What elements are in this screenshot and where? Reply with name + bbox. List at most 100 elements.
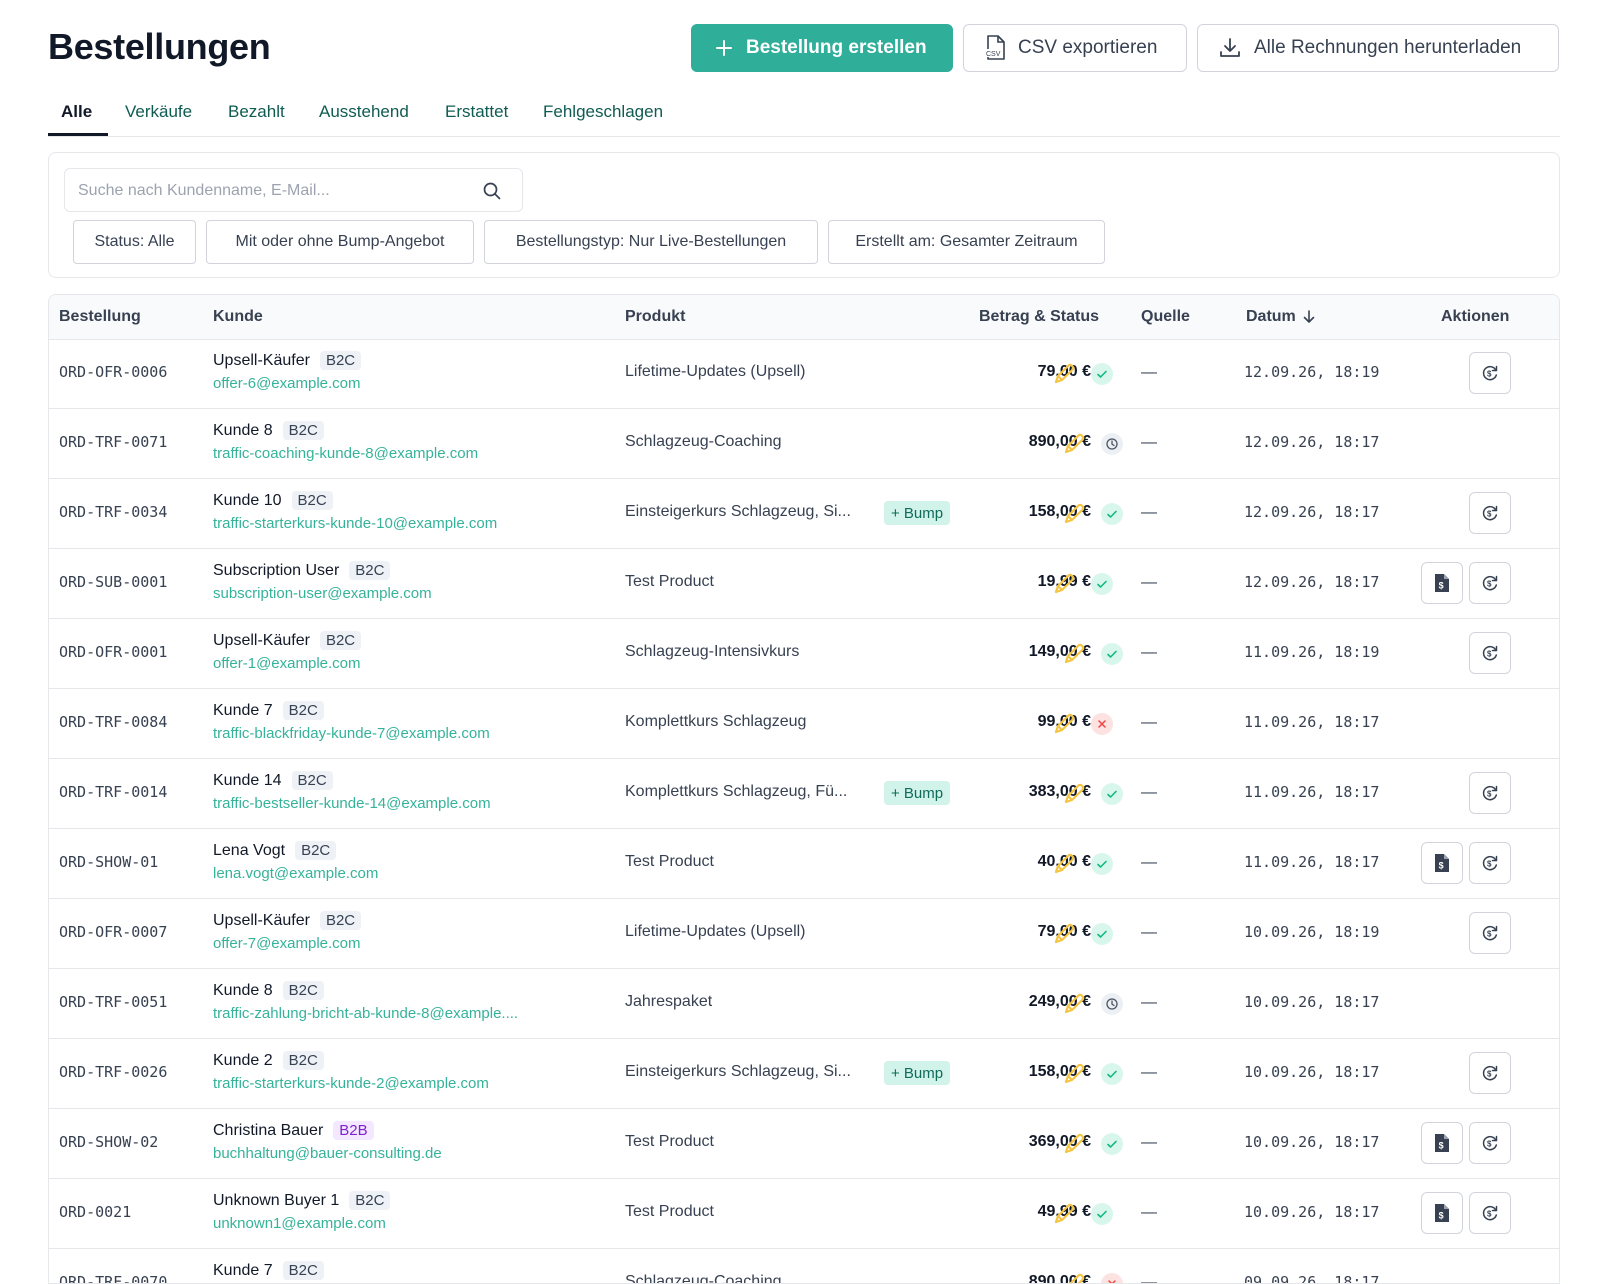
order-id[interactable]: ORD-TRF-0051 bbox=[59, 993, 167, 1011]
pencil-edit-icon[interactable] bbox=[1051, 1201, 1077, 1232]
order-id[interactable]: ORD-OFR-0001 bbox=[59, 643, 167, 661]
table-row[interactable]: ORD-TRF-0026 Kunde 2 B2C traffic-starterkur… bbox=[49, 1039, 1559, 1109]
refund-icon: $ bbox=[1480, 643, 1500, 663]
table-row[interactable]: ORD-TRF-0014 Kunde 14 B2C traffic-bestselle… bbox=[49, 759, 1559, 829]
order-id[interactable]: ORD-SUB-0001 bbox=[59, 573, 167, 591]
product-name: Einsteigerkurs Schlagzeug, Si... bbox=[625, 1063, 851, 1080]
tab-erstattet[interactable]: Erstattet bbox=[445, 102, 508, 122]
customer-name-line: Kunde 8 B2C bbox=[213, 421, 324, 440]
pencil-edit-icon[interactable] bbox=[1061, 501, 1087, 532]
filter-created-date[interactable]: Erstellt am: Gesamter Zeitraum bbox=[828, 220, 1105, 264]
table-row[interactable]: ORD-TRF-0084 Kunde 7 B2C traffic-blackfrida… bbox=[49, 689, 1559, 759]
pencil-edit-icon[interactable] bbox=[1051, 851, 1077, 882]
order-id[interactable]: ORD-TRF-0070 bbox=[59, 1273, 167, 1283]
customer-email-link[interactable]: offer-7@example.com bbox=[213, 935, 361, 952]
refund-button[interactable]: $ bbox=[1469, 1052, 1511, 1094]
tab-ausstehend[interactable]: Ausstehend bbox=[319, 102, 409, 122]
pencil-edit-icon[interactable] bbox=[1051, 921, 1077, 952]
customer-email-link[interactable]: offer-6@example.com bbox=[213, 375, 361, 392]
order-id[interactable]: ORD-OFR-0007 bbox=[59, 923, 167, 941]
customer-name: Subscription User bbox=[213, 561, 340, 579]
pencil-edit-icon[interactable] bbox=[1061, 641, 1087, 672]
order-id[interactable]: ORD-SHOW-02 bbox=[59, 1133, 158, 1151]
refund-icon: $ bbox=[1480, 363, 1500, 383]
product-name: Komplettkurs Schlagzeug bbox=[625, 713, 807, 730]
customer-email-link[interactable]: offer-1@example.com bbox=[213, 655, 361, 672]
table-row[interactable]: ORD-OFR-0007 Upsell-Käufer B2C offer-7@exam… bbox=[49, 899, 1559, 969]
table-row[interactable]: ORD-0021 Unknown Buyer 1 B2C unknown1@examp… bbox=[49, 1179, 1559, 1249]
tab-alle[interactable]: Alle bbox=[61, 102, 92, 122]
refund-button[interactable]: $ bbox=[1469, 352, 1511, 394]
invoice-button[interactable]: $ bbox=[1421, 1192, 1463, 1234]
order-id[interactable]: ORD-TRF-0071 bbox=[59, 433, 167, 451]
table-row[interactable]: ORD-TRF-0071 Kunde 8 B2C traffic-coaching-k… bbox=[49, 409, 1559, 479]
pencil-edit-icon[interactable] bbox=[1061, 1061, 1087, 1092]
refund-button[interactable]: $ bbox=[1469, 912, 1511, 954]
order-id[interactable]: ORD-TRF-0034 bbox=[59, 503, 167, 521]
invoice-button[interactable]: $ bbox=[1421, 842, 1463, 884]
table-row[interactable]: ORD-SHOW-01 Lena Vogt B2C lena.vogt@example… bbox=[49, 829, 1559, 899]
customer-email-link[interactable]: traffic-blackfriday-kunde-7@example.com bbox=[213, 725, 490, 742]
customer-email-link[interactable]: traffic-starterkurs-kunde-2@example.com bbox=[213, 1075, 489, 1092]
invoice-button[interactable]: $ bbox=[1421, 562, 1463, 604]
customer-name: Kunde 8 bbox=[213, 981, 273, 999]
check-circle-icon bbox=[1101, 783, 1123, 805]
customer-email-link[interactable]: traffic-coaching-kunde-8@example.com bbox=[213, 445, 478, 462]
tab-verkaeufe[interactable]: Verkäufe bbox=[125, 102, 192, 122]
table-row[interactable]: ORD-OFR-0006 Upsell-Käufer B2C offer-6@exam… bbox=[49, 339, 1559, 409]
pencil-edit-icon[interactable] bbox=[1051, 361, 1077, 392]
download-invoices-button[interactable]: Alle Rechnungen herunterladen bbox=[1197, 24, 1559, 72]
order-id[interactable]: ORD-TRF-0026 bbox=[59, 1063, 167, 1081]
pencil-edit-icon[interactable] bbox=[1061, 431, 1087, 462]
refund-button[interactable]: $ bbox=[1469, 492, 1511, 534]
table-row[interactable]: ORD-OFR-0001 Upsell-Käufer B2C offer-1@exam… bbox=[49, 619, 1559, 689]
filter-status[interactable]: Status: Alle bbox=[73, 220, 196, 264]
svg-text:$: $ bbox=[1439, 581, 1444, 591]
csv-export-button[interactable]: CSV CSV exportieren bbox=[963, 24, 1187, 72]
refund-button[interactable]: $ bbox=[1469, 1122, 1511, 1164]
refund-button[interactable]: $ bbox=[1469, 562, 1511, 604]
search-icon[interactable] bbox=[482, 181, 502, 206]
table-row[interactable]: ORD-TRF-0051 Kunde 8 B2C traffic-zahlung-br… bbox=[49, 969, 1559, 1039]
download-invoices-label: Alle Rechnungen herunterladen bbox=[1254, 37, 1522, 58]
customer-email-link[interactable]: traffic-starterkurs-kunde-10@example.com bbox=[213, 515, 497, 532]
order-id[interactable]: ORD-SHOW-01 bbox=[59, 853, 158, 871]
customer-type-badge: B2C bbox=[349, 561, 391, 580]
tab-bezahlt[interactable]: Bezahlt bbox=[228, 102, 285, 122]
refund-button[interactable]: $ bbox=[1469, 632, 1511, 674]
customer-name: Kunde 2 bbox=[213, 1051, 273, 1069]
filter-order-type[interactable]: Bestellungstyp: Nur Live-Bestellungen bbox=[484, 220, 818, 264]
create-order-button[interactable]: Bestellung erstellen bbox=[691, 24, 953, 72]
customer-email-link[interactable]: subscription-user@example.com bbox=[213, 585, 432, 602]
table-row[interactable]: ORD-SHOW-02 Christina Bauer B2B buchhaltung… bbox=[49, 1109, 1559, 1179]
pencil-edit-icon[interactable] bbox=[1061, 991, 1087, 1022]
pencil-edit-icon[interactable] bbox=[1061, 1271, 1087, 1283]
order-id[interactable]: ORD-0021 bbox=[59, 1203, 131, 1221]
table-row[interactable]: ORD-SUB-0001 Subscription User B2C subscrip… bbox=[49, 549, 1559, 619]
table-row[interactable]: ORD-TRF-0034 Kunde 10 B2C traffic-starterku… bbox=[49, 479, 1559, 549]
order-id[interactable]: ORD-TRF-0014 bbox=[59, 783, 167, 801]
order-id[interactable]: ORD-TRF-0084 bbox=[59, 713, 167, 731]
filter-bump-offer[interactable]: Mit oder ohne Bump-Angebot bbox=[206, 220, 474, 264]
product-name: Schlagzeug-Coaching bbox=[625, 433, 782, 450]
customer-email-link[interactable]: unknown1@example.com bbox=[213, 1215, 386, 1232]
refund-button[interactable]: $ bbox=[1469, 842, 1511, 884]
invoice-button[interactable]: $ bbox=[1421, 1122, 1463, 1164]
order-date: 10.09.26, 18:17 bbox=[1244, 1133, 1380, 1151]
order-id[interactable]: ORD-OFR-0006 bbox=[59, 363, 167, 381]
customer-email-link[interactable]: traffic-bestseller-kunde-14@example.com bbox=[213, 795, 491, 812]
pencil-edit-icon[interactable] bbox=[1051, 711, 1077, 742]
table-row[interactable]: ORD-TRF-0070 Kunde 7 B2C Schlagzeug-Coachin… bbox=[49, 1249, 1559, 1283]
pencil-edit-icon[interactable] bbox=[1061, 781, 1087, 812]
col-date-sort[interactable]: Datum bbox=[1246, 308, 1316, 326]
pencil-edit-icon[interactable] bbox=[1051, 571, 1077, 602]
customer-email-link[interactable]: traffic-zahlung-bricht-ab-kunde-8@exampl… bbox=[213, 1005, 518, 1022]
refund-button[interactable]: $ bbox=[1469, 1192, 1511, 1234]
search-input[interactable] bbox=[65, 169, 480, 213]
customer-email-link[interactable]: lena.vogt@example.com bbox=[213, 865, 378, 882]
customer-name: Upsell-Käufer bbox=[213, 351, 310, 369]
tab-fehlgeschlagen[interactable]: Fehlgeschlagen bbox=[543, 102, 663, 122]
refund-button[interactable]: $ bbox=[1469, 772, 1511, 814]
customer-email-link[interactable]: buchhaltung@bauer-consulting.de bbox=[213, 1145, 442, 1162]
pencil-edit-icon[interactable] bbox=[1061, 1131, 1087, 1162]
